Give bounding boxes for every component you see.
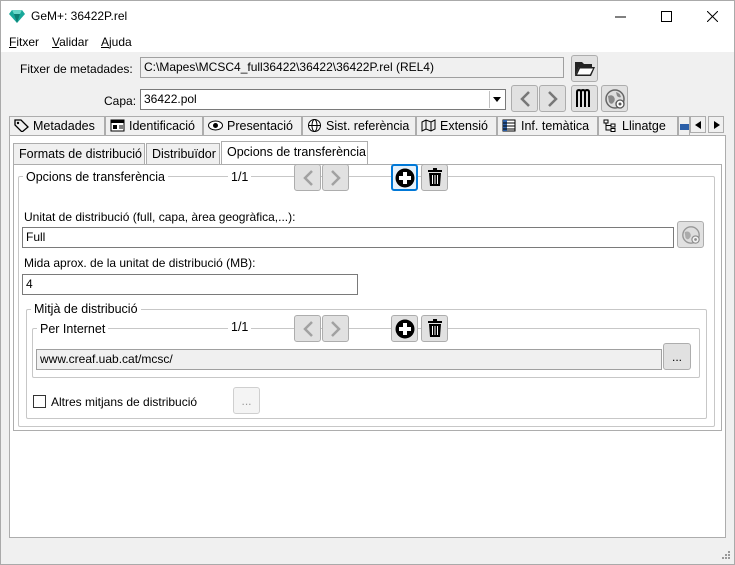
layer-label: Capa: [104,94,137,108]
chevron-left-icon [519,90,530,107]
menu-bar: Fitxer Validar Ajuda [1,32,734,52]
plus-circle-icon [395,168,414,187]
distribution-unit-label: Unitat de distribució (full, capa, àrea … [24,210,296,224]
maximize-icon [660,11,672,22]
distribution-medium-title: Mitjà de distribució [31,302,141,316]
chevron-down-icon [493,97,501,102]
distribution-unit-geo-button[interactable] [677,221,704,248]
id-card-icon [110,119,125,132]
other-media-button[interactable]: ... [233,387,260,414]
internet-group-title: Per Internet [37,322,109,336]
caret-left-icon [695,121,701,129]
tree-icon [603,119,616,132]
maximize-button[interactable] [643,1,689,32]
transfer-prev-button[interactable] [294,164,321,191]
internet-counter: 1/1 [228,320,252,334]
chevron-right-icon [330,169,341,186]
tab-scroll-right[interactable] [708,116,724,133]
miramon-m-icon [575,88,590,107]
eye-icon [208,120,223,131]
folder-open-icon [574,61,595,76]
table-icon [502,119,516,132]
transfer-options-counter: 1/1 [228,170,252,184]
open-file-button[interactable] [571,55,598,82]
miramon-button[interactable] [571,85,598,112]
menu-validar[interactable]: Validar [52,35,88,49]
resize-grip-icon[interactable] [719,550,731,562]
globe-icon [308,119,321,132]
transfer-options-title: Opcions de transferència [23,170,168,184]
layer-select-value: 36422.pol [144,92,197,106]
tab-llinatge[interactable]: Llinatge [598,116,678,136]
menu-fitxer[interactable]: Fitxer [9,35,39,49]
internet-delete-button[interactable] [421,315,448,342]
transfer-next-button[interactable] [322,164,349,191]
internet-add-button[interactable] [391,315,418,342]
geo-service-button[interactable] [601,85,628,112]
map-extent-icon [421,119,436,132]
menu-ajuda[interactable]: Ajuda [101,35,132,49]
distribution-unit-input[interactable]: Full [22,227,674,248]
tab-metadades[interactable]: Metadades [9,116,105,136]
minimize-icon [614,16,626,18]
distribution-size-label: Mida aprox. de la unitat de distribució … [24,256,256,270]
trash-icon [427,168,442,186]
other-media-checkbox[interactable] [33,395,46,408]
tab-overflow[interactable] [678,116,690,136]
tab-inf-tematica[interactable]: Inf. temàtica [497,116,598,136]
close-icon [706,11,718,22]
chevron-right-icon [330,320,341,337]
chevron-right-icon [547,90,558,107]
internet-url-field[interactable]: www.creaf.uab.cat/mcsc/ [36,349,662,370]
transfer-add-button[interactable] [391,164,418,191]
internet-url-browse-button[interactable]: ... [663,343,691,370]
subtab-formats-distribucio[interactable]: Formats de distribució [13,143,145,164]
close-button[interactable] [689,1,735,32]
internet-prev-button[interactable] [294,315,321,342]
subtab-opcions-transferencia[interactable]: Opcions de transferència [221,141,368,165]
tab-presentacio[interactable]: Presentació [203,116,302,136]
tab-identificacio[interactable]: Identificació [105,116,203,136]
tag-icon [14,119,29,132]
minimize-button[interactable] [597,1,643,32]
plus-circle-icon [395,319,414,338]
app-window: GeM+: 36422P.rel Fitxer Validar Ajuda Fi… [0,0,735,565]
caret-right-icon [714,121,720,129]
globe-gear-icon [604,88,625,109]
title-bar: GeM+: 36422P.rel [1,1,734,32]
layer-dropdown-button[interactable] [489,91,504,108]
gem-icon [9,10,25,23]
globe-gear-icon [681,225,700,244]
chevron-left-icon [302,320,313,337]
other-media-label: Altres mitjans de distribució [51,395,198,409]
previous-layer-button[interactable] [511,85,538,112]
layer-select[interactable]: 36422.pol [140,89,506,110]
metadata-file-field: C:\Mapes\MCSC4_full36422\36422\36422P.re… [140,57,564,78]
transfer-delete-button[interactable] [421,164,448,191]
tab-sist-referencia[interactable]: Sist. referència [302,116,416,136]
chevron-left-icon [302,169,313,186]
partial-tab-icon [680,124,689,130]
trash-icon [427,319,442,337]
window-title: GeM+: 36422P.rel [31,9,128,23]
next-layer-button[interactable] [539,85,566,112]
distribution-size-input[interactable]: 4 [22,274,358,295]
tab-scroll-left[interactable] [690,116,706,133]
internet-next-button[interactable] [322,315,349,342]
subtab-distribuidor[interactable]: Distribuïdor [146,143,220,164]
metadata-file-label: Fitxer de metadades: [20,62,133,76]
tab-extensio[interactable]: Extensió [416,116,497,136]
